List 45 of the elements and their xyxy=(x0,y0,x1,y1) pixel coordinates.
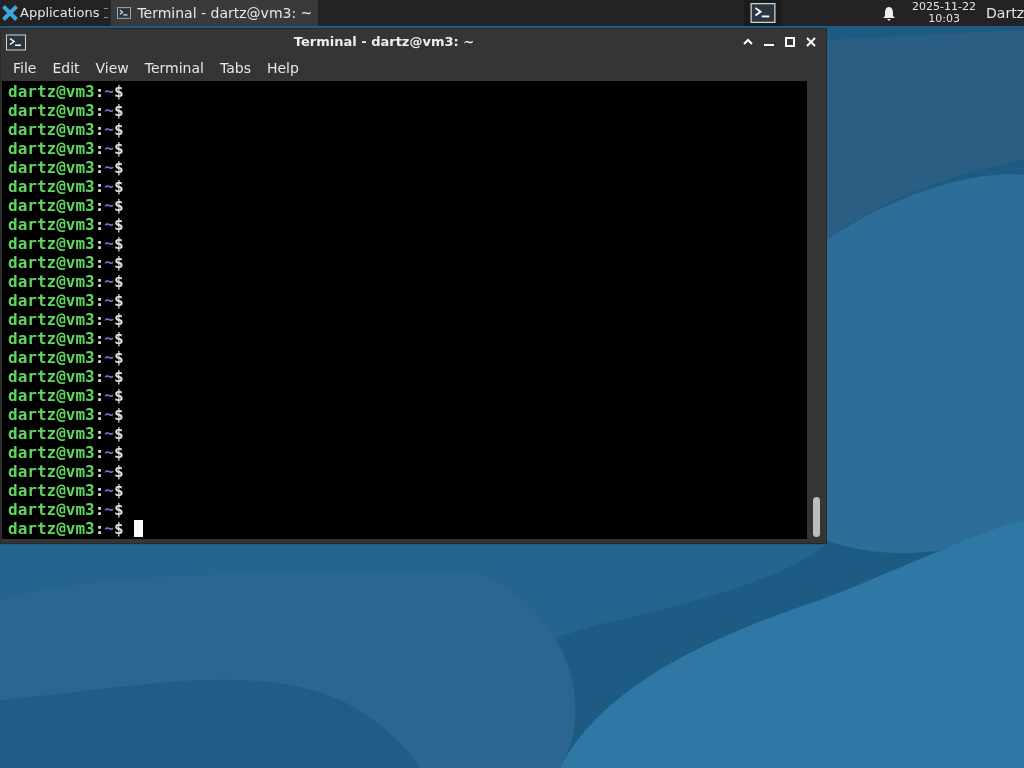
prompt-line: dartz@vm3:~$ xyxy=(8,310,124,329)
bell-icon[interactable] xyxy=(882,5,897,21)
prompt-line: dartz@vm3:~$ xyxy=(8,101,124,120)
menu-item[interactable]: Help xyxy=(258,57,307,79)
user-name[interactable]: Dartz xyxy=(986,2,1024,24)
applications-menu[interactable]: Applications xyxy=(0,0,102,26)
prompt-line: dartz@vm3:~$ xyxy=(8,234,124,253)
terminal-icon xyxy=(6,33,26,51)
prompt-line: dartz@vm3:~$ xyxy=(8,329,124,348)
separator-icon xyxy=(104,8,109,18)
prompt-line: dartz@vm3:~$ xyxy=(8,519,143,538)
menu-item[interactable]: Edit xyxy=(44,57,88,79)
maximize-icon[interactable] xyxy=(784,36,796,48)
prompt-line: dartz@vm3:~$ xyxy=(8,443,124,462)
prompt-line: dartz@vm3:~$ xyxy=(8,291,124,310)
clock[interactable]: 2025-11-22 10:03 xyxy=(912,1,977,25)
prompt-line: dartz@vm3:~$ xyxy=(8,462,124,481)
prompt-line: dartz@vm3:~$ xyxy=(8,120,124,139)
prompt-line: dartz@vm3:~$ xyxy=(8,481,124,500)
menu-item[interactable]: File xyxy=(5,57,45,79)
prompt-line: dartz@vm3:~$ xyxy=(8,253,124,272)
prompt-line: dartz@vm3:~$ xyxy=(8,215,124,234)
terminal-icon xyxy=(750,3,777,23)
prompt-line: dartz@vm3:~$ xyxy=(8,177,124,196)
prompt-line: dartz@vm3:~$ xyxy=(8,424,124,443)
prompt-line: dartz@vm3:~$ xyxy=(8,405,124,424)
terminal-launcher[interactable] xyxy=(744,0,783,26)
terminal-icon xyxy=(117,7,132,19)
prompt-line: dartz@vm3:~$ xyxy=(8,500,124,519)
prompt-line: dartz@vm3:~$ xyxy=(8,139,124,158)
menu-item[interactable]: Terminal xyxy=(136,57,212,79)
menu-item[interactable]: View xyxy=(87,57,137,79)
close-icon[interactable] xyxy=(805,36,817,48)
prompt-line: dartz@vm3:~$ xyxy=(8,348,124,367)
window-title: Terminal - dartz@vm3: ~ xyxy=(292,33,476,52)
prompt-line: dartz@vm3:~$ xyxy=(8,272,124,291)
window-button[interactable]: Terminal - dartz@vm3: ~ xyxy=(111,0,319,26)
scrollbar-thumb[interactable] xyxy=(812,497,820,537)
prompt-line: dartz@vm3:~$ xyxy=(8,82,124,101)
menu-item[interactable]: Tabs xyxy=(211,57,259,79)
logo-icon xyxy=(2,5,18,21)
prompt-line: dartz@vm3:~$ xyxy=(8,367,124,386)
prompt-line: dartz@vm3:~$ xyxy=(8,158,124,177)
prompt-line: dartz@vm3:~$ xyxy=(8,386,124,405)
prompt-line: dartz@vm3:~$ xyxy=(8,196,124,215)
